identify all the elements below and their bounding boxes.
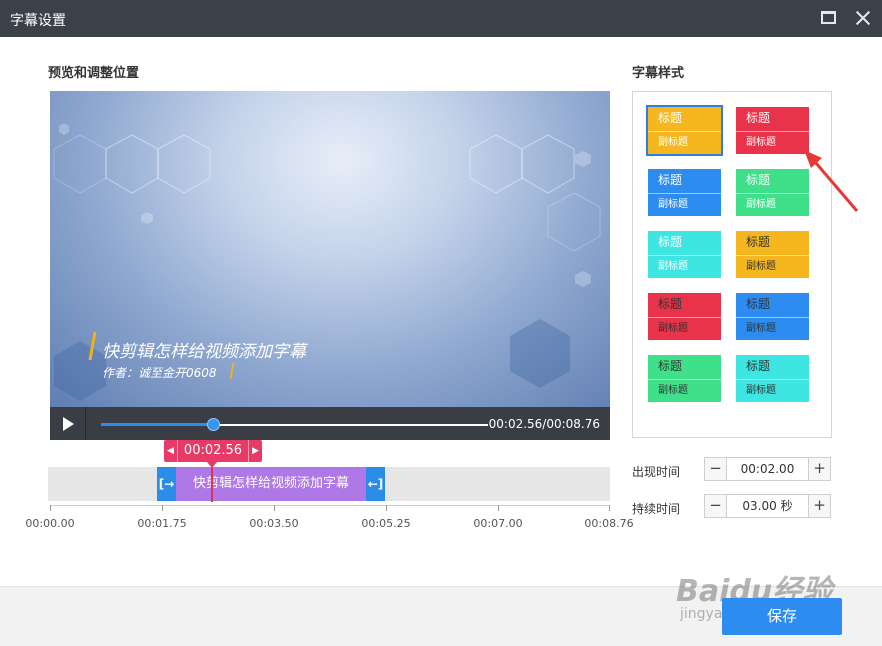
- style-template-3[interactable]: 标题 副标题: [648, 169, 721, 216]
- template-title: 标题: [736, 293, 809, 317]
- style-template-5[interactable]: 标题 副标题: [648, 231, 721, 278]
- template-subtitle: 副标题: [648, 317, 721, 340]
- style-template-8[interactable]: 标题 副标题: [736, 293, 809, 340]
- template-subtitle: 副标题: [736, 131, 809, 154]
- ruler-tick-label: 00:07.00: [473, 517, 523, 530]
- ruler-tick-label: 00:08.76: [584, 517, 634, 530]
- duration-input[interactable]: [727, 495, 808, 517]
- red-arrow-annotation: [804, 150, 859, 212]
- style-template-1[interactable]: 标题 副标题: [646, 105, 723, 156]
- template-title: 标题: [648, 169, 721, 193]
- ruler-tick-label: 00:03.50: [249, 517, 299, 530]
- appear-time-input[interactable]: [727, 458, 808, 480]
- ruler-tick-label: 00:01.75: [137, 517, 187, 530]
- template-title: 标题: [648, 355, 721, 379]
- step-forward-icon[interactable]: ▶: [248, 440, 262, 462]
- clip-right-handle[interactable]: ←]: [366, 467, 385, 501]
- ruler-tick: [50, 505, 51, 511]
- save-button[interactable]: 保存: [722, 598, 842, 635]
- ruler-tick: [609, 505, 610, 511]
- play-button[interactable]: [50, 407, 86, 440]
- ruler-tick: [498, 505, 499, 511]
- ruler-tick-label: 00:05.25: [361, 517, 411, 530]
- duration-stepper: − +: [704, 494, 831, 518]
- template-subtitle: 副标题: [736, 317, 809, 340]
- timeline-ruler: [50, 505, 610, 506]
- play-icon: [63, 417, 74, 431]
- cursor-time: 00:02.56: [183, 443, 243, 458]
- template-subtitle: 副标题: [648, 131, 721, 154]
- template-title: 标题: [648, 293, 721, 317]
- template-subtitle: 副标题: [736, 255, 809, 278]
- progress-track[interactable]: [101, 418, 488, 431]
- template-subtitle: 副标题: [736, 379, 809, 402]
- style-template-6[interactable]: 标题 副标题: [736, 231, 809, 278]
- time-display: 00:02.56/00:08.76: [488, 417, 600, 431]
- template-subtitle: 副标题: [648, 255, 721, 278]
- ruler-tick: [386, 505, 387, 511]
- duration-minus-button[interactable]: −: [705, 495, 727, 517]
- close-icon[interactable]: [850, 6, 876, 30]
- progress-knob[interactable]: [207, 418, 221, 431]
- ruler-tick: [274, 505, 275, 511]
- template-title: 标题: [736, 169, 809, 193]
- preview-section-label: 预览和调整位置: [48, 66, 140, 81]
- appear-time-stepper: − +: [704, 457, 831, 481]
- template-title: 标题: [736, 107, 809, 131]
- preview-caption-subtitle[interactable]: 作者：诚至金开0608: [102, 364, 217, 381]
- progress-fill: [101, 423, 214, 426]
- ruler-tick-label: 00:00.00: [25, 517, 75, 530]
- template-title: 标题: [736, 231, 809, 255]
- appear-time-plus-button[interactable]: +: [808, 458, 830, 480]
- clip-label[interactable]: 快剪辑怎样给视频添加字幕: [176, 467, 366, 501]
- styles-section-label: 字幕样式: [632, 66, 685, 81]
- duration-label: 持续时间: [632, 502, 681, 516]
- timeline-cursor[interactable]: [211, 462, 213, 502]
- template-subtitle: 副标题: [648, 193, 721, 216]
- step-back-icon[interactable]: ◀: [164, 440, 178, 462]
- duration-plus-button[interactable]: +: [808, 495, 830, 517]
- style-template-10[interactable]: 标题 副标题: [736, 355, 809, 402]
- ruler-tick: [162, 505, 163, 511]
- cursor-time-badge: ◀ 00:02.56 ▶: [164, 440, 262, 468]
- template-title: 标题: [736, 355, 809, 379]
- title-bar: 字幕设置: [0, 0, 882, 37]
- preview-caption-title[interactable]: 快剪辑怎样给视频添加字幕: [102, 337, 306, 362]
- style-template-7[interactable]: 标题 副标题: [648, 293, 721, 340]
- clip-left-handle[interactable]: [→: [157, 467, 176, 501]
- window-title: 字幕设置: [10, 13, 66, 29]
- appear-time-label: 出现时间: [632, 465, 681, 479]
- template-title: 标题: [648, 107, 721, 131]
- maximize-icon[interactable]: [815, 6, 841, 30]
- template-subtitle: 副标题: [648, 379, 721, 402]
- video-preview[interactable]: 快剪辑怎样给视频添加字幕 作者：诚至金开0608: [50, 91, 610, 407]
- player-controls: 00:02.56/00:08.76: [50, 407, 610, 440]
- template-subtitle: 副标题: [736, 193, 809, 216]
- style-template-2[interactable]: 标题 副标题: [736, 107, 809, 154]
- subtitle-clip[interactable]: [→ 快剪辑怎样给视频添加字幕 ←]: [157, 467, 385, 501]
- style-template-9[interactable]: 标题 副标题: [648, 355, 721, 402]
- appear-time-minus-button[interactable]: −: [705, 458, 727, 480]
- style-template-4[interactable]: 标题 副标题: [736, 169, 809, 216]
- template-title: 标题: [648, 231, 721, 255]
